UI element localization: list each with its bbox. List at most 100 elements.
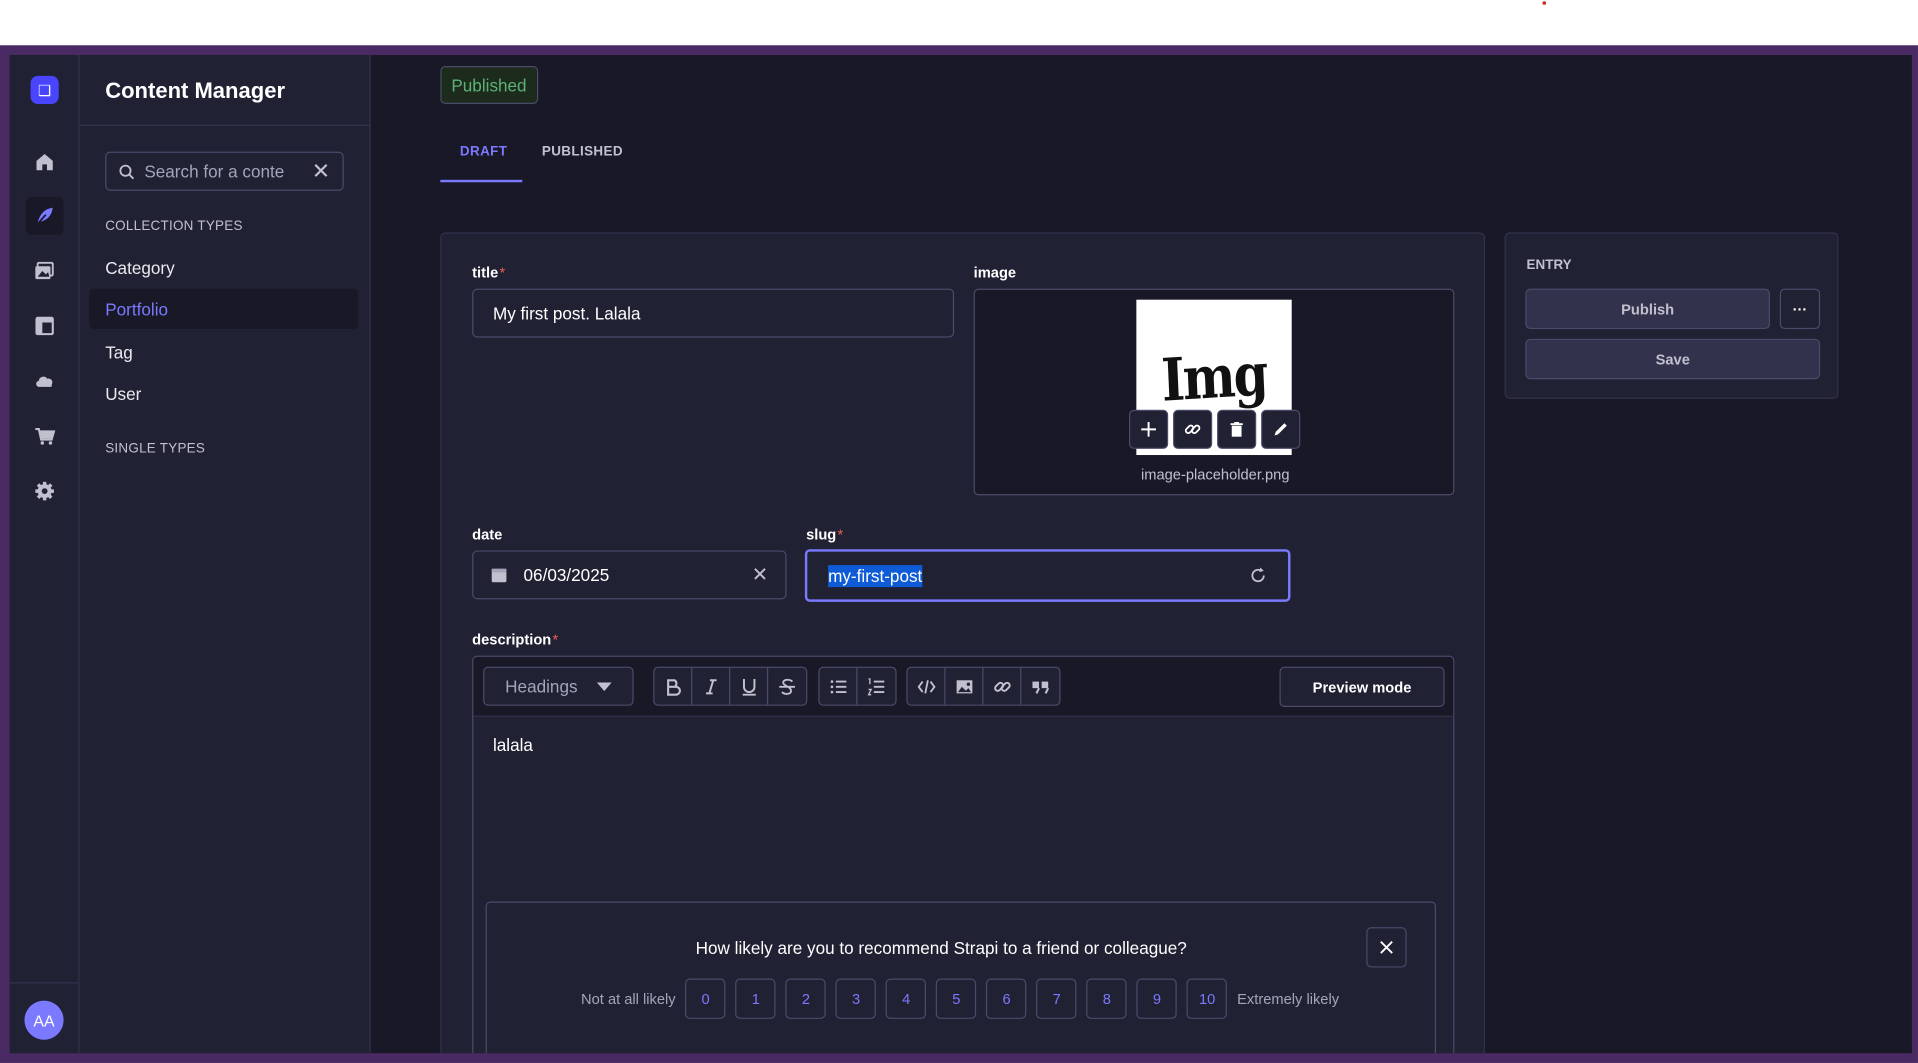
description-label: description*	[472, 631, 559, 649]
subnav-divider	[79, 124, 371, 126]
edit-image-button[interactable]	[1261, 409, 1301, 449]
strapi-app: ❑ AA Content Manager Search for a conte …	[9, 55, 1912, 1054]
entry-heading: ENTRY	[1526, 258, 1572, 273]
date-field[interactable]: 06/03/2025 ✕	[472, 550, 787, 600]
feather-icon[interactable]	[25, 196, 64, 235]
clear-search-icon[interactable]: ✕	[312, 158, 330, 184]
image-icon	[956, 679, 972, 693]
nps-score-10[interactable]: 10	[1186, 978, 1228, 1019]
title-input[interactable]: My first post. Lalala	[493, 303, 641, 323]
rail-divider	[9, 982, 80, 984]
nps-score-9[interactable]: 9	[1136, 978, 1178, 1019]
close-survey-button[interactable]	[1366, 927, 1407, 968]
code-icon	[916, 679, 935, 693]
close-icon	[1380, 941, 1393, 954]
trash-icon	[1230, 422, 1243, 437]
image-button[interactable]	[946, 667, 984, 705]
cart-icon[interactable]	[26, 417, 64, 455]
editor-content[interactable]: lalala	[493, 735, 533, 755]
title-field[interactable]: My first post. Lalala	[472, 288, 955, 338]
search-input[interactable]: Search for a conte	[144, 161, 304, 181]
code-button[interactable]	[908, 667, 946, 705]
tab-draft[interactable]: DRAFT	[440, 144, 523, 183]
list-group	[818, 666, 897, 706]
chevron-down-icon	[596, 681, 612, 691]
more-actions-button[interactable]: ···	[1779, 288, 1821, 330]
insert-group	[906, 666, 1061, 706]
pencil-icon	[1274, 423, 1287, 436]
calendar-icon	[491, 568, 507, 583]
edit-view: Published DRAFT PUBLISHED title* My firs…	[371, 55, 1912, 1054]
nps-score-2[interactable]: 2	[785, 978, 827, 1019]
sidebar-item-portfolio[interactable]: Portfolio	[89, 288, 359, 330]
search-icon	[119, 164, 135, 179]
bullet-list-button[interactable]	[820, 667, 858, 705]
editor-toolbar: Headings Preview mode	[473, 656, 1454, 717]
nps-survey: How likely are you to recommend Strapi t…	[485, 901, 1437, 1054]
gear-icon[interactable]	[26, 472, 64, 510]
copy-link-button[interactable]	[1173, 409, 1213, 449]
strapi-logo[interactable]: ❑	[30, 75, 59, 104]
screen: ❑ AA Content Manager Search for a conte …	[0, 0, 1918, 1063]
clear-date-icon[interactable]: ✕	[752, 563, 768, 587]
nps-question: How likely are you to recommend Strapi t…	[695, 938, 1187, 958]
slug-field[interactable]: my-first-post	[804, 549, 1291, 602]
tab-published[interactable]: PUBLISHED	[542, 144, 623, 159]
delete-image-button[interactable]	[1217, 409, 1257, 449]
regenerate-icon[interactable]	[1249, 566, 1267, 584]
layout-icon[interactable]	[26, 307, 64, 345]
status-badge: Published	[440, 66, 538, 104]
sidebar-item-tag[interactable]: Tag	[89, 331, 358, 371]
cloud-icon[interactable]	[26, 362, 64, 400]
nps-score-0[interactable]: 0	[685, 978, 726, 1019]
sidebar-item-category[interactable]: Category	[89, 247, 358, 287]
publish-button[interactable]: Publish	[1525, 288, 1770, 330]
save-button[interactable]: Save	[1525, 338, 1821, 380]
bold-icon	[666, 678, 681, 696]
strikethrough-button[interactable]	[768, 668, 806, 705]
underline-button[interactable]	[730, 667, 769, 705]
add-image-button[interactable]	[1129, 409, 1169, 449]
format-group	[653, 666, 808, 706]
link-icon	[1184, 424, 1201, 435]
user-avatar[interactable]: AA	[24, 1000, 64, 1040]
strikethrough-icon	[779, 678, 795, 695]
numbered-list-button[interactable]	[857, 668, 895, 705]
nps-score-8[interactable]: 8	[1086, 978, 1128, 1019]
title-label: title*	[472, 264, 506, 282]
slug-label: slug*	[806, 525, 844, 544]
headings-select[interactable]: Headings	[483, 666, 634, 706]
nps-score-5[interactable]: 5	[936, 978, 977, 1019]
bold-button[interactable]	[654, 667, 693, 705]
slug-input[interactable]: my-first-post	[828, 564, 1249, 587]
media-library-icon[interactable]	[26, 252, 64, 290]
nps-score-1[interactable]: 1	[735, 978, 776, 1019]
nps-score-6[interactable]: 6	[986, 978, 1027, 1019]
image-actions	[1129, 409, 1301, 449]
link-button[interactable]	[983, 667, 1022, 705]
quote-button[interactable]	[1021, 668, 1059, 705]
date-input[interactable]: 06/03/2025	[524, 565, 752, 585]
underline-icon	[742, 678, 756, 696]
form-card: title* My first post. Lalala image Img i…	[440, 232, 1485, 1054]
image-field[interactable]: Img image-placeholder.png	[973, 288, 1455, 496]
italic-button[interactable]	[692, 667, 731, 705]
nps-high-label: Extremely likely	[1237, 990, 1340, 1008]
nps-score-7[interactable]: 7	[1036, 978, 1077, 1019]
nps-score-row: Not at all likely 0 1 2 3 4 5 6 7 8 9 10…	[581, 978, 1340, 1019]
nps-score-4[interactable]: 4	[886, 978, 927, 1019]
numbered-list-icon	[867, 677, 885, 695]
search-field[interactable]: Search for a conte ✕	[105, 151, 344, 191]
quote-icon	[1032, 680, 1050, 694]
entry-panel: ENTRY Publish ··· Save	[1504, 232, 1839, 399]
nps-low-label: Not at all likely	[581, 990, 676, 1008]
link-icon	[993, 681, 1011, 692]
nps-score-3[interactable]: 3	[835, 978, 877, 1019]
subnav-title: Content Manager	[105, 78, 286, 103]
sidebar-item-user[interactable]: User	[89, 373, 358, 413]
date-label: date	[472, 525, 503, 544]
bullet-list-icon	[830, 679, 846, 693]
preview-mode-button[interactable]: Preview mode	[1279, 666, 1445, 708]
single-types-heading: SINGLE TYPES	[105, 441, 206, 457]
home-icon[interactable]	[26, 143, 64, 181]
